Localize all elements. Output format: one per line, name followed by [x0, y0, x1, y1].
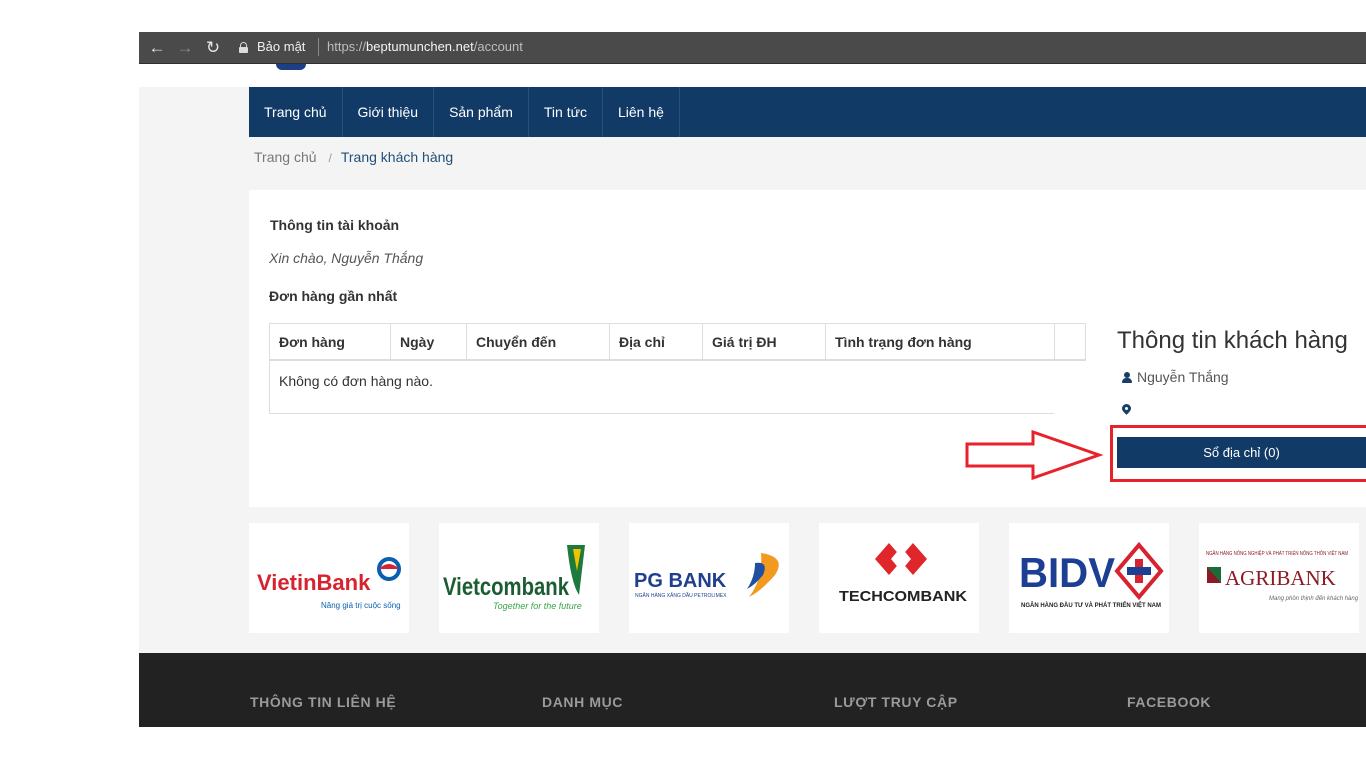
vietcombank-logo: Vietcombank Together for the future	[443, 545, 585, 611]
footer-heading-contact: THÔNG TIN LIÊN HỆ	[250, 694, 397, 710]
bank-logo-pgbank[interactable]: PG BANK NGÂN HÀNG XĂNG DẦU PETROLIMEX	[629, 523, 789, 633]
col-header-ship-to: Chuyển đến	[467, 324, 610, 360]
url-path: /account	[473, 39, 523, 54]
col-header-order-status: Tình trạng đơn hàng	[826, 324, 1055, 360]
svg-text:NGÂN HÀNG XĂNG DẦU PETROLIMEX: NGÂN HÀNG XĂNG DẦU PETROLIMEX	[635, 592, 727, 599]
breadcrumb-current: Trang khách hàng	[340, 149, 454, 165]
nav-item-contact[interactable]: Liên hệ	[603, 87, 680, 137]
col-header-date: Ngày	[391, 324, 467, 360]
breadcrumb: Trang chủ / Trang khách hàng	[254, 149, 453, 166]
bank-logo-vietcombank[interactable]: Vietcombank Together for the future	[439, 523, 599, 633]
agribank-logo: NGÂN HÀNG NÔNG NGHIỆP VÀ PHÁT TRIỂN NÔNG…	[1206, 549, 1359, 602]
col-header-address: Địa chỉ	[610, 324, 703, 360]
svg-text:NGÂN HÀNG NÔNG NGHIỆP VÀ PHÁT: NGÂN HÀNG NÔNG NGHIỆP VÀ PHÁT TRIỂN NÔNG…	[1206, 549, 1348, 557]
bidv-logo: BIDV NGÂN HÀNG ĐẦU TƯ VÀ PHÁT TRIỂN VIỆT…	[1019, 541, 1164, 609]
customer-name: Nguyễn Thắng	[1137, 369, 1229, 385]
account-info-title: Thông tin tài khoản	[270, 217, 400, 233]
nav-item-home[interactable]: Trang chủ	[249, 87, 343, 137]
vietinbank-logo: VietinBank Nâng giá trị cuộc sống	[257, 557, 401, 610]
recent-orders-title: Đơn hàng gần nhất	[269, 288, 398, 304]
url-field[interactable]: https://beptumunchen.net/account	[327, 39, 523, 55]
lock-icon	[239, 42, 248, 53]
bank-logo-bidv[interactable]: BIDV NGÂN HÀNG ĐẦU TƯ VÀ PHÁT TRIỂN VIỆT…	[1009, 523, 1169, 633]
bank-logo-techcombank[interactable]: TECHCOMBANK	[819, 523, 979, 633]
screenshot: ← → ↻ Bảo mật https://beptumunchen.net/a…	[0, 0, 1366, 768]
nav-item-about[interactable]: Giới thiệu	[343, 87, 435, 137]
greeting-text: Xin chào, Nguyễn Thắng	[269, 250, 424, 266]
browser-address-bar: ← → ↻ Bảo mật https://beptumunchen.net/a…	[139, 32, 1366, 64]
svg-text:PG BANK: PG BANK	[634, 570, 727, 592]
col-header-order-value: Giá trị ĐH	[703, 324, 826, 360]
svg-text:Mang phồn thịnh đến khách hàng: Mang phồn thịnh đến khách hàng	[1269, 595, 1359, 602]
customer-name-row: Nguyễn Thắng	[1122, 369, 1229, 385]
orders-table: Đơn hàng Ngày Chuyển đến Địa chỉ Giá trị…	[269, 323, 1086, 414]
col-header-order: Đơn hàng	[270, 324, 391, 360]
pgbank-logo: PG BANK NGÂN HÀNG XĂNG DẦU PETROLIMEX	[634, 553, 779, 599]
orders-table-body: Không có đơn hàng nào.	[269, 361, 1054, 414]
svg-text:Vietcombank: Vietcombank	[443, 573, 569, 601]
main-navigation: Trang chủ Giới thiệu Sản phẩm Tin tức Li…	[249, 87, 1366, 137]
breadcrumb-separator: /	[328, 151, 332, 165]
svg-text:BIDV: BIDV	[1019, 549, 1115, 596]
svg-text:NGÂN HÀNG ĐẦU TƯ VÀ PHÁT TRIỂN: NGÂN HÀNG ĐẦU TƯ VÀ PHÁT TRIỂN VIỆT NAM	[1021, 601, 1161, 609]
nav-item-products[interactable]: Sản phẩm	[434, 87, 529, 137]
url-divider	[318, 38, 319, 56]
customer-info-title: Thông tin khách hàng	[1117, 327, 1348, 354]
annotation-arrow	[965, 430, 1104, 480]
back-arrow-icon[interactable]: ←	[147, 38, 167, 58]
no-orders-message: Không có đơn hàng nào.	[279, 373, 433, 389]
user-icon	[1122, 371, 1132, 383]
forward-arrow-icon[interactable]: →	[175, 38, 195, 58]
site-logo-edge	[276, 64, 306, 70]
breadcrumb-home-link[interactable]: Trang chủ	[254, 149, 317, 165]
svg-text:Together for the future: Together for the future	[493, 601, 582, 611]
nav-item-news[interactable]: Tin tức	[529, 87, 603, 137]
footer-heading-visits: LƯỢT TRUY CẬP	[834, 694, 958, 710]
footer: THÔNG TIN LIÊN HỆ DANH MỤC LƯỢT TRUY CẬP…	[139, 653, 1366, 727]
bank-logo-vietinbank[interactable]: VietinBank Nâng giá trị cuộc sống	[249, 523, 409, 633]
url-scheme: https://	[327, 39, 367, 54]
orders-table-header: Đơn hàng Ngày Chuyển đến Địa chỉ Giá trị…	[269, 323, 1086, 361]
col-header-spacer	[1055, 324, 1085, 360]
reload-icon[interactable]: ↻	[203, 38, 223, 58]
techcombank-logo: TECHCOMBANK	[839, 543, 967, 605]
map-marker-icon	[1120, 402, 1133, 417]
url-host: beptumunchen.net	[366, 39, 474, 54]
secure-label: Bảo mật	[257, 39, 306, 54]
annotation-highlight-box	[1110, 425, 1366, 482]
svg-text:Nâng giá trị cuộc sống: Nâng giá trị cuộc sống	[321, 601, 401, 610]
svg-text:AGRIBANK: AGRIBANK	[1225, 566, 1336, 590]
svg-text:VietinBank: VietinBank	[257, 570, 371, 595]
footer-heading-facebook: FACEBOOK	[1127, 694, 1212, 710]
footer-heading-categories: DANH MỤC	[542, 694, 624, 710]
bank-logo-agribank[interactable]: NGÂN HÀNG NÔNG NGHIỆP VÀ PHÁT TRIỂN NÔNG…	[1199, 523, 1359, 633]
svg-text:TECHCOMBANK: TECHCOMBANK	[839, 588, 967, 605]
